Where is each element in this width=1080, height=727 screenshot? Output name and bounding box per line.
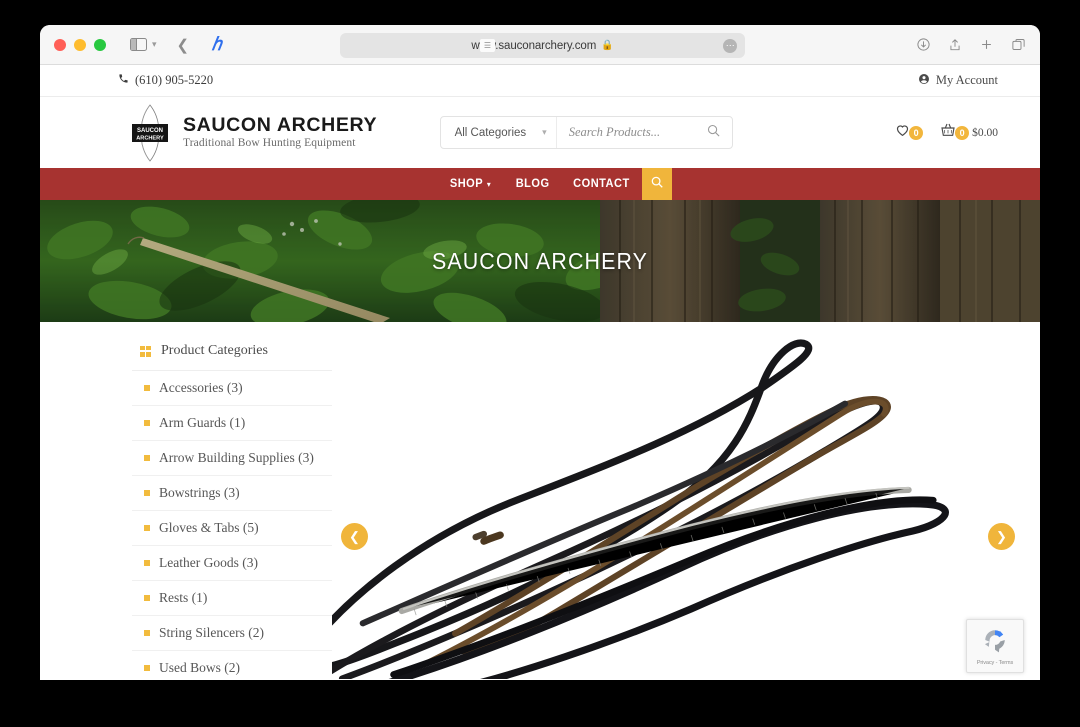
recaptcha-label: Privacy - Terms [976,659,1014,666]
minimize-window-button[interactable] [74,38,86,51]
site-logo[interactable]: SAUCON ARCHERY SAUCON ARCHERY Traditiona… [128,103,377,162]
sidebar-item-rests[interactable]: Rests (1) [132,581,332,616]
browser-toolbar-actions [916,37,1026,53]
phone-number: (610) 905-5220 [135,73,214,87]
bowstrings-product-image [332,336,1040,679]
share-icon[interactable] [948,37,962,53]
category-select-value: All Categories [454,126,527,139]
new-tab-icon[interactable] [979,37,994,52]
product-categories-sidebar: Product Categories Accessories (3) Arm G… [40,336,332,675]
carousel-next-button[interactable]: ❯ [988,523,1015,550]
wishlist-button[interactable]: 0 [894,122,924,143]
search-icon[interactable] [706,123,732,143]
sidebar-item-gloves-and-tabs[interactable]: Gloves & Tabs (5) [132,511,332,546]
sidebar-item-arm-guards[interactable]: Arm Guards (1) [132,406,332,441]
svg-text:ARCHERY: ARCHERY [136,135,164,141]
my-account-link[interactable]: My Account [918,73,998,89]
nav-item-contact[interactable]: CONTACT [573,178,630,190]
search-icon [650,175,664,194]
sidebar-item-label: Used Bows (2) [159,660,240,675]
nav-search-button[interactable] [642,168,672,200]
recaptcha-icon [982,627,1008,658]
square-bullet-icon [144,665,150,671]
sidebar-item-bowstrings[interactable]: Bowstrings (3) [132,476,332,511]
nav-item-contact-label: CONTACT [572,178,630,190]
phone-link[interactable]: (610) 905-5220 [118,73,213,88]
sidebar-item-accessories[interactable]: Accessories (3) [132,371,332,406]
tab-overview-icon[interactable] [1011,37,1026,52]
back-arrow-icon[interactable]: ❮ [177,36,190,54]
utility-bar: (610) 905-5220 My Account [40,65,1040,97]
sidebar-item-leather-goods[interactable]: Leather Goods (3) [132,546,332,581]
sidebar-chevron-down-icon[interactable]: ▾ [152,40,157,49]
nav-item-shop[interactable]: SHOP ▾ [450,178,491,190]
sidebar-item-label: String Silencers (2) [159,625,264,640]
category-select[interactable]: All Categories ▾ [441,117,557,148]
downloads-icon[interactable] [916,37,931,52]
honey-extension-icon[interactable]: ℎ [212,34,222,55]
cart-total: $0.00 [972,126,998,139]
grid-squares-icon [140,345,151,357]
saucon-archery-diamond-logo: SAUCON ARCHERY [128,103,172,162]
recaptcha-badge[interactable]: Privacy - Terms [966,619,1024,673]
browser-window: ▾ ❮ ℎ ☰ www.sauconarchery.com 🔒 ⋯ (610) … [40,25,1040,680]
hero-title: SAUCON ARCHERY [431,247,649,274]
sidebar-item-label: Bowstrings (3) [159,485,240,500]
reader-view-icon[interactable]: ☰ [480,39,495,52]
sidebar-item-label: Leather Goods (3) [159,555,258,570]
square-bullet-icon [144,560,150,566]
header-actions: 0 0 $0.00 [894,122,998,143]
address-bar[interactable]: ☰ www.sauconarchery.com 🔒 ⋯ [340,33,745,58]
sidebar-item-label: Arm Guards (1) [159,415,246,430]
search-input[interactable]: Search Products... [557,125,706,140]
phone-icon [118,73,129,88]
my-account-label: My Account [935,73,998,87]
square-bullet-icon [144,455,150,461]
hero-banner: SAUCON ARCHERY [40,200,1040,322]
square-bullet-icon [144,420,150,426]
sidebar-item-arrow-building-supplies[interactable]: Arrow Building Supplies (3) [132,441,332,476]
chevron-right-icon: ❯ [996,528,1007,544]
main-navigation: SHOP ▾ BLOG CONTACT [40,168,1040,200]
sidebar-item-used-bows[interactable]: Used Bows (2) [132,651,332,680]
chevron-left-icon: ❮ [349,528,360,544]
page-menu-icon[interactable]: ⋯ [723,38,737,53]
square-bullet-icon [144,595,150,601]
nav-item-blog-label: BLOG [515,178,550,190]
product-search-bar[interactable]: All Categories ▾ Search Products... [439,116,733,149]
brand-tagline: Traditional Bow Hunting Equipment [183,137,356,150]
content-area: Product Categories Accessories (3) Arm G… [40,322,1040,679]
square-bullet-icon [144,525,150,531]
web-page: (610) 905-5220 My Account SAUCON ARCHERY… [40,65,1040,680]
product-categories-header: Product Categories [132,336,332,371]
user-account-icon [918,73,930,89]
cart-button[interactable]: 0 $0.00 [939,122,998,143]
sidebar-toggle-icon[interactable] [130,38,147,51]
square-bullet-icon [144,490,150,496]
brand-name: SAUCON ARCHERY [183,114,378,136]
square-bullet-icon [144,630,150,636]
maximize-window-button[interactable] [94,38,106,51]
window-traffic-lights[interactable] [54,38,106,51]
sidebar-item-label: Gloves & Tabs (5) [159,520,259,535]
cart-count-badge: 0 [955,125,970,140]
sidebar-item-label: Rests (1) [159,590,208,605]
close-window-button[interactable] [54,38,66,51]
chevron-down-icon: ▾ [542,127,547,137]
sidebar-item-label: Accessories (3) [159,380,243,395]
nav-item-blog[interactable]: BLOG [515,178,549,190]
svg-text:SAUCON: SAUCON [137,128,163,134]
square-bullet-icon [144,385,150,391]
wishlist-count-badge: 0 [909,125,924,140]
chevron-down-icon: ▾ [487,179,492,189]
nav-item-shop-label: SHOP [450,178,484,190]
sidebar-item-label: Arrow Building Supplies (3) [159,450,314,465]
browser-toolbar: ▾ ❮ ℎ ☰ www.sauconarchery.com 🔒 ⋯ [40,25,1040,65]
product-categories-title: Product Categories [161,343,268,358]
site-header: SAUCON ARCHERY SAUCON ARCHERY Traditiona… [40,97,1040,168]
carousel-prev-button[interactable]: ❮ [341,523,368,550]
sidebar-item-string-silencers[interactable]: String Silencers (2) [132,616,332,651]
lock-icon: 🔒 [601,40,614,51]
product-carousel: ❮ ❯ [332,336,1040,679]
